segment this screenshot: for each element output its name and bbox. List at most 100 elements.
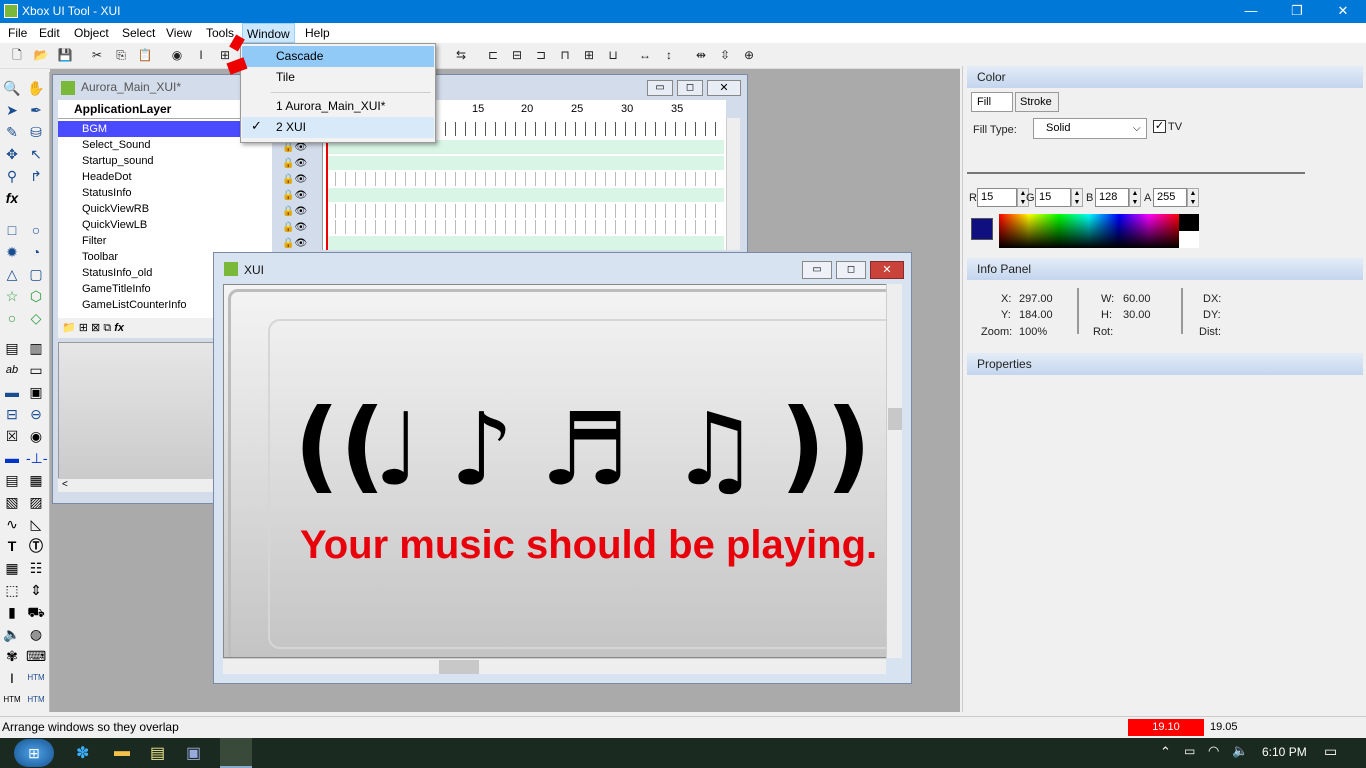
preview-icon[interactable]: ◉	[168, 46, 186, 64]
layer-row[interactable]: QuickViewRB	[58, 201, 268, 217]
layer-row[interactable]: BGM	[58, 121, 268, 137]
wave-icon[interactable]: ∿	[2, 514, 22, 534]
center-icon[interactable]: ⊕	[740, 46, 758, 64]
b-input[interactable]: 128	[1095, 188, 1129, 207]
layer-fx[interactable]: fx	[114, 322, 124, 334]
diamond-icon[interactable]: ◇	[26, 308, 46, 328]
distribute-icon[interactable]: ⇆	[452, 46, 470, 64]
edit-text-icon[interactable]: ab	[2, 360, 22, 380]
xui-minimize-button[interactable]: ▭	[802, 261, 832, 279]
eyedropper-icon[interactable]: ✎	[2, 122, 22, 142]
menu-item-cascade[interactable]: Cascade	[242, 46, 434, 67]
menu-object[interactable]: Object	[70, 23, 113, 43]
star-icon[interactable]: ☆	[2, 286, 22, 306]
car-icon[interactable]: ⛟	[26, 602, 46, 622]
cut-icon[interactable]: ✂	[88, 46, 106, 64]
scrollbar-icon[interactable]: ▮	[2, 602, 22, 622]
puzzle-icon[interactable]: ✾	[2, 646, 22, 666]
tv-checkbox[interactable]: ✓	[1153, 120, 1166, 133]
timeline-track[interactable]	[326, 204, 724, 218]
xui-vscroll-thumb[interactable]	[888, 408, 902, 430]
subselect-icon[interactable]: ↖	[26, 144, 46, 164]
aurora-canvas[interactable]	[58, 342, 214, 492]
copy-layer-icon[interactable]: ⧉	[103, 322, 111, 334]
tab-fill[interactable]: Fill	[971, 92, 1013, 112]
b-spinner[interactable]: ▲ ▼	[1129, 188, 1141, 207]
new-folder-icon[interactable]: 📁	[62, 322, 76, 334]
xui-vscrollbar[interactable]	[886, 284, 902, 658]
layer-row[interactable]: Select_Sound	[58, 137, 268, 153]
hexagon-icon[interactable]: ⬡	[26, 286, 46, 306]
progress-icon[interactable]: ▬	[2, 448, 22, 468]
radio-icon[interactable]: ◉	[26, 426, 46, 446]
xui-canvas[interactable]: (( ♩ ♪ ♬ ♫ )) Your music should be playi…	[223, 284, 887, 658]
circle-green-icon[interactable]: ○	[2, 308, 22, 328]
taskbar-app-icon[interactable]: ✽	[76, 743, 96, 763]
text-tool-icon[interactable]: T	[2, 536, 22, 556]
start-button[interactable]: ⊞	[14, 739, 54, 767]
triangle-icon[interactable]: △	[2, 264, 22, 284]
add-layer-icon[interactable]: ⊞	[79, 322, 88, 334]
menu-item-xui-window[interactable]: 2 XUI	[242, 117, 434, 138]
spin-icon[interactable]: ⇕	[26, 580, 46, 600]
slider-icon[interactable]: -⊥-	[26, 448, 48, 468]
notifications-icon[interactable]: ▭	[1324, 743, 1337, 760]
figure-icon[interactable]: ▨	[26, 492, 46, 512]
hand-tool-icon[interactable]: ✋	[26, 78, 46, 98]
text-box-icon[interactable]: ▭	[26, 360, 46, 380]
aurora-minimize-button[interactable]: ▭	[647, 80, 673, 96]
color-spectrum[interactable]	[999, 214, 1179, 248]
tray-chevron-icon[interactable]: ⌃	[1160, 744, 1171, 760]
same-height-icon[interactable]: ↕	[660, 46, 678, 64]
aurora-hscrollbar[interactable]: <	[58, 478, 214, 492]
minimize-button[interactable]: —	[1228, 0, 1274, 23]
star-shape-icon[interactable]: ✹	[2, 242, 22, 262]
timeline-track[interactable]	[326, 236, 724, 250]
align-center-icon[interactable]: ⊟	[508, 46, 526, 64]
menu-item-tile[interactable]: Tile	[242, 67, 434, 88]
button-control-icon[interactable]: ⊟	[2, 404, 22, 424]
fill-type-select[interactable]: Solid	[1033, 118, 1147, 139]
timeline-track[interactable]	[326, 172, 724, 186]
volume-icon[interactable]: 🔈	[1232, 743, 1248, 759]
grid-list-icon[interactable]: ☷	[26, 558, 46, 578]
copy-icon[interactable]: ⎘	[112, 46, 130, 64]
new-file-icon[interactable]: 🗋	[8, 46, 26, 64]
list-control-icon[interactable]: ▤	[2, 338, 22, 358]
layer-row[interactable]: HeadeDot	[58, 169, 268, 185]
taskbar-tool-icon[interactable]: ▣	[186, 743, 206, 763]
aurora-close-button[interactable]: ✕	[707, 80, 741, 96]
menu-select[interactable]: Select	[118, 23, 159, 43]
rounded-rect-icon[interactable]: ▢	[26, 264, 46, 284]
sound-icon[interactable]: 🔈	[2, 624, 22, 644]
fill-bucket-icon[interactable]: ⛁	[26, 122, 46, 142]
list-box-icon[interactable]: ▥	[26, 338, 46, 358]
marquee-icon[interactable]: ⬚	[2, 580, 22, 600]
align-right-icon[interactable]: ⊐	[532, 46, 550, 64]
align-bottom-icon[interactable]: ⊔	[604, 46, 622, 64]
nav-control-icon[interactable]: ⊖	[26, 404, 46, 424]
black-swatch[interactable]	[1179, 214, 1199, 231]
html-edit-icon[interactable]: HTM	[26, 690, 46, 710]
taskbar-clock[interactable]: 6:10 PM	[1262, 745, 1307, 759]
taskbar-xui-icon[interactable]	[220, 738, 252, 768]
rectangle-icon[interactable]: □	[2, 220, 22, 240]
timeline-track[interactable]	[326, 156, 724, 170]
timeline-track[interactable]	[326, 220, 724, 234]
menu-item-aurora-window[interactable]: 1 Aurora_Main_XUI*	[242, 96, 434, 117]
ellipse-icon[interactable]: ○	[26, 220, 46, 240]
layer-visibility-icons[interactable]: 🔒👁 🔒👁 🔒👁 🔒👁 🔒👁 🔒👁 🔒👁	[282, 140, 318, 252]
menu-edit[interactable]: Edit	[35, 23, 64, 43]
notepad-icon[interactable]: ▤	[150, 743, 170, 763]
pen-tool-icon[interactable]: ✒	[26, 100, 46, 120]
color-swatch[interactable]	[971, 218, 993, 240]
menu-window[interactable]: Window	[242, 23, 295, 43]
menu-file[interactable]: File	[4, 23, 31, 43]
close-button[interactable]: ✕	[1320, 0, 1366, 23]
a-spinner[interactable]: ▲ ▼	[1187, 188, 1199, 207]
layer-row[interactable]: StatusInfo	[58, 185, 268, 201]
menu-view[interactable]: View	[162, 23, 196, 43]
same-width-icon[interactable]: ↔	[636, 46, 654, 64]
white-swatch[interactable]	[1179, 231, 1199, 248]
xui-hscrollbar[interactable]	[223, 658, 886, 674]
